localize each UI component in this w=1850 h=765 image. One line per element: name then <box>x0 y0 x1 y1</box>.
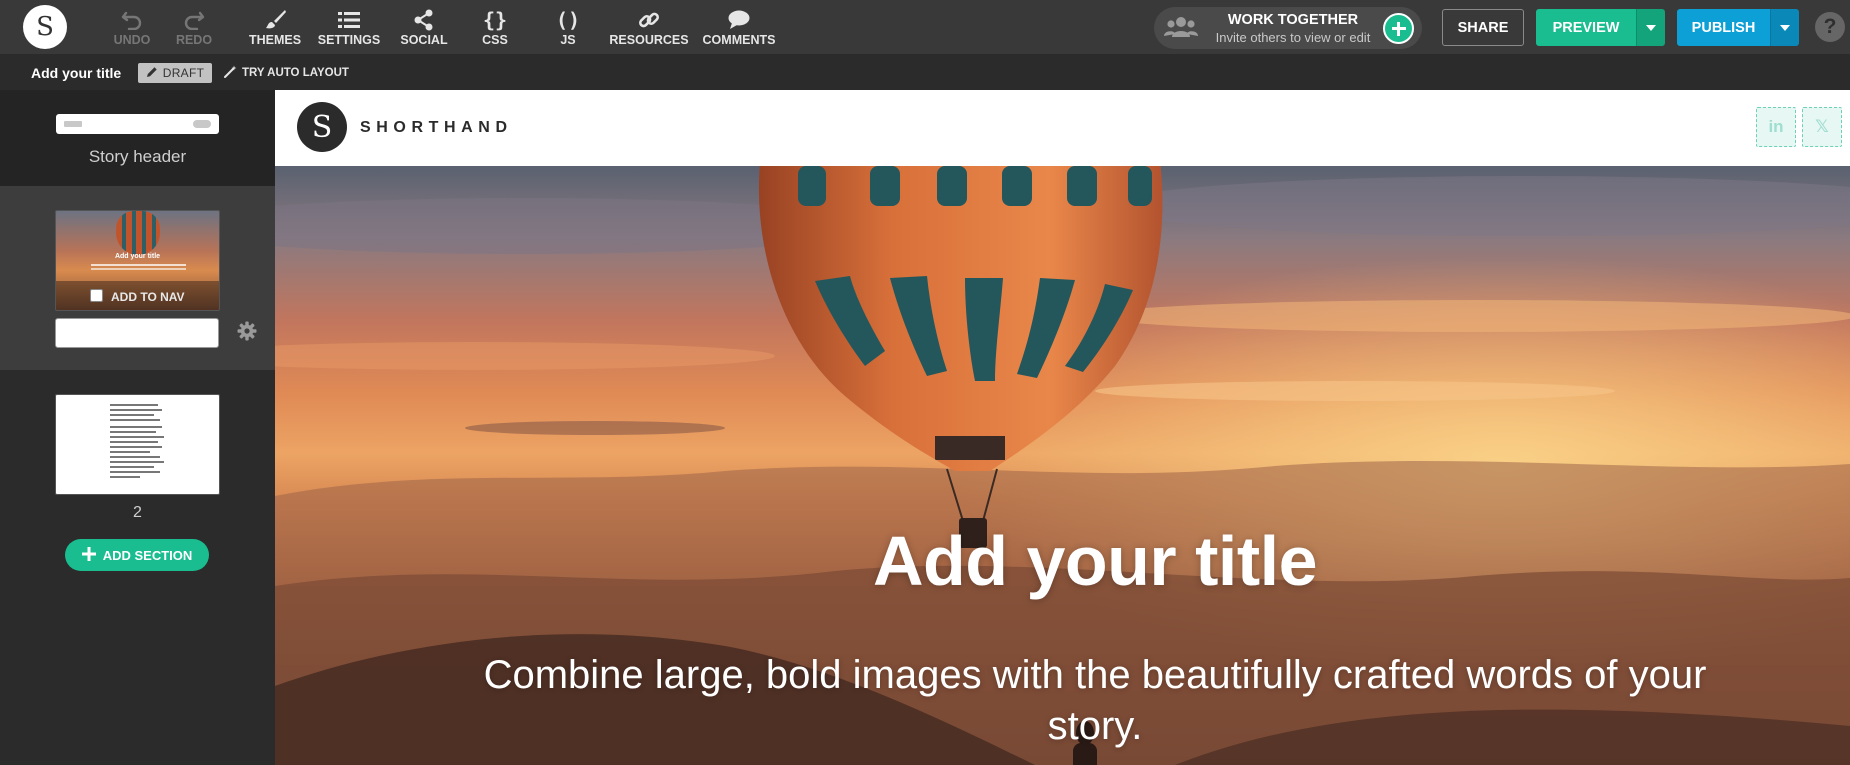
js-label: JS <box>560 33 576 47</box>
section-settings-button[interactable] <box>231 318 263 348</box>
work-together-title: WORK TOGETHER <box>1227 12 1359 28</box>
js-button[interactable]: () JS <box>553 6 583 50</box>
share-nodes-icon <box>413 6 435 33</box>
brand-name: SHORTHAND <box>360 119 513 136</box>
auto-layout-label: TRY AUTO LAYOUT <box>242 67 349 79</box>
brand-logo-letter: S <box>311 109 333 145</box>
resources-label: RESOURCES <box>609 33 689 47</box>
add-section-label: ADD SECTION <box>102 547 193 563</box>
speech-bubble-icon <box>727 6 751 33</box>
css-label: CSS <box>482 33 508 47</box>
undo-icon <box>121 6 143 33</box>
redo-label: REDO <box>175 33 213 47</box>
users-icon <box>1164 15 1198 44</box>
settings-button[interactable]: SETTINGS <box>316 6 382 50</box>
section-2-thumbnail[interactable] <box>55 394 220 495</box>
hero-section[interactable]: Add your title Combine large, bold image… <box>275 166 1850 765</box>
help-button[interactable]: ? <box>1815 12 1845 42</box>
add-section-button[interactable]: ADD SECTION <box>65 539 209 571</box>
main-toolbar: S UNDO REDO THEMES SETTINGS SOCIAL {} CS… <box>0 0 1850 54</box>
twitter-share-button[interactable]: 𝕏 <box>1802 107 1842 147</box>
hero-subtitle[interactable]: Combine large, bold images with the beau… <box>465 650 1725 752</box>
sidebar-item-story-header[interactable]: Story header <box>0 90 275 186</box>
invite-plus-icon[interactable] <box>1383 13 1414 44</box>
list-icon <box>337 6 361 33</box>
social-button[interactable]: SOCIAL <box>397 6 451 50</box>
editor-app: S UNDO REDO THEMES SETTINGS SOCIAL {} CS… <box>0 0 1850 765</box>
link-icon <box>638 6 660 33</box>
work-together-subtitle: Invite others to view or edit <box>1215 30 1371 45</box>
balloon-thumbnail-image <box>116 211 160 255</box>
linkedin-icon: in <box>1768 117 1784 136</box>
css-button[interactable]: {} CSS <box>478 6 512 50</box>
themes-button[interactable]: THEMES <box>246 6 304 50</box>
undo-label: UNDO <box>113 33 151 47</box>
try-auto-layout-button[interactable]: TRY AUTO LAYOUT <box>224 65 349 81</box>
story-site-header[interactable]: S SHORTHAND in 𝕏 <box>275 90 1850 166</box>
sections-sidebar: Story header Add your title ADD TO NAV 2… <box>0 90 275 765</box>
logo-letter: S <box>36 12 54 42</box>
linkedin-share-button[interactable]: in <box>1756 107 1796 147</box>
add-to-nav-checkbox[interactable] <box>90 289 103 302</box>
caret-down-icon <box>1646 25 1656 31</box>
story-header-thumbnail <box>56 114 219 134</box>
share-button[interactable]: SHARE <box>1442 9 1524 46</box>
social-label: SOCIAL <box>400 33 448 47</box>
themes-label: THEMES <box>248 33 302 47</box>
resources-button[interactable]: RESOURCES <box>609 6 689 50</box>
section-1-thumbnail[interactable]: Add your title ADD TO NAV <box>55 210 220 311</box>
caret-down-icon <box>1780 25 1790 31</box>
pencil-icon <box>146 66 158 81</box>
comments-button[interactable]: COMMENTS <box>699 6 779 50</box>
undo-button[interactable]: UNDO <box>111 6 153 50</box>
work-together-panel[interactable]: WORK TOGETHER Invite others to view or e… <box>1154 7 1422 49</box>
braces-icon: {} <box>482 7 508 32</box>
redo-button[interactable]: REDO <box>173 6 215 50</box>
thumbnail-subtitle-lines <box>91 264 186 266</box>
add-to-nav-label: ADD TO NAV <box>111 290 185 304</box>
comments-label: COMMENTS <box>702 33 776 47</box>
story-title[interactable]: Add your title <box>31 65 121 81</box>
story-header-label: Story header <box>88 147 187 166</box>
gear-icon <box>237 321 257 346</box>
preview-dropdown-button[interactable] <box>1636 9 1665 46</box>
twitter-icon: 𝕏 <box>1815 117 1829 136</box>
plus-icon <box>81 546 96 564</box>
add-to-nav-overlay: ADD TO NAV <box>56 281 219 310</box>
section-name-input[interactable] <box>55 318 219 348</box>
redo-icon <box>183 6 205 33</box>
publish-button[interactable]: PUBLISH <box>1677 9 1770 46</box>
story-subbar: Add your title DRAFT TRY AUTO LAYOUT <box>0 54 1850 90</box>
draft-badge: DRAFT <box>138 63 212 83</box>
thumbnail-title: Add your title <box>114 253 161 260</box>
preview-button[interactable]: PREVIEW <box>1536 9 1636 46</box>
section-2-label: 2 <box>133 504 142 521</box>
story-canvas: S SHORTHAND in 𝕏 Add your title Combine … <box>275 90 1850 765</box>
shorthand-logo[interactable]: S <box>23 5 67 49</box>
magic-wand-icon <box>224 65 237 81</box>
parentheses-icon: () <box>555 7 581 32</box>
settings-label: SETTINGS <box>317 33 381 47</box>
hero-title[interactable]: Add your title <box>275 521 1850 601</box>
publish-dropdown-button[interactable] <box>1770 9 1799 46</box>
brush-icon <box>263 6 287 33</box>
draft-label: DRAFT <box>162 66 205 80</box>
sidebar-item-section-1[interactable]: Add your title ADD TO NAV <box>0 186 275 370</box>
brand-logo: S <box>297 102 347 152</box>
